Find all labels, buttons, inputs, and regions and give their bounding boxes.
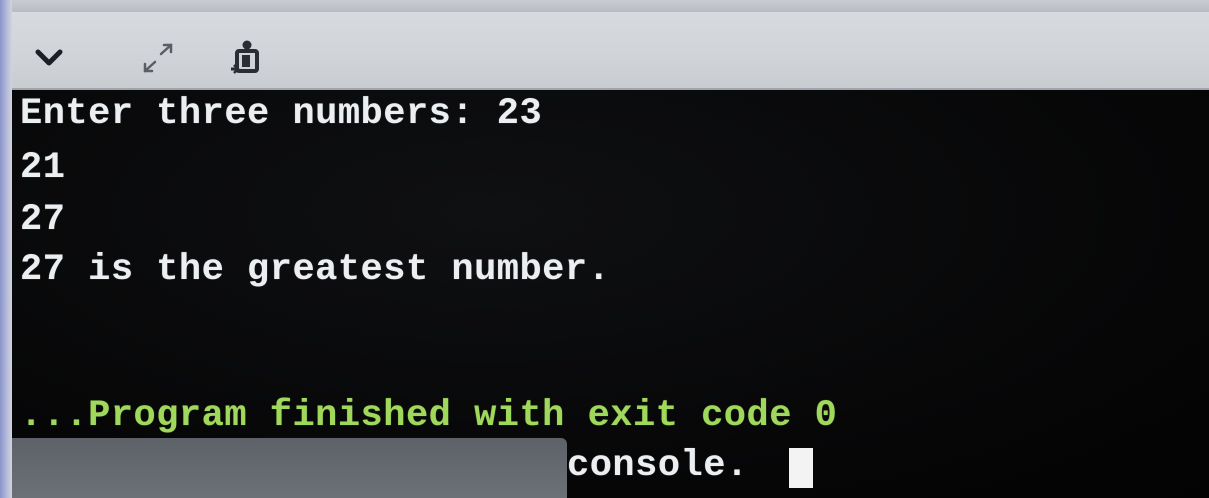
- chevron-down-icon[interactable]: [28, 38, 70, 78]
- console-line: 21: [20, 147, 66, 189]
- clear-console-icon[interactable]: [224, 38, 266, 78]
- partial-message: console.: [567, 445, 749, 487]
- text-cursor: [789, 448, 813, 488]
- screen: Enter three numbers: 23 21 27 27 is the …: [0, 0, 1209, 498]
- window-top-edge: [0, 0, 1209, 12]
- console-toolbar: [12, 12, 1209, 90]
- console-line: 27 is the greatest number.: [20, 249, 611, 291]
- exit-message: ...Program finished with exit code 0: [20, 395, 838, 437]
- window-left-edge: [0, 0, 12, 498]
- console-line: Enter three numbers: 23: [20, 93, 543, 135]
- console-output[interactable]: Enter three numbers: 23 21 27 27 is the …: [12, 90, 1209, 498]
- expand-icon[interactable]: [137, 38, 179, 78]
- occluding-object: [12, 438, 567, 498]
- console-line: 27: [20, 199, 66, 241]
